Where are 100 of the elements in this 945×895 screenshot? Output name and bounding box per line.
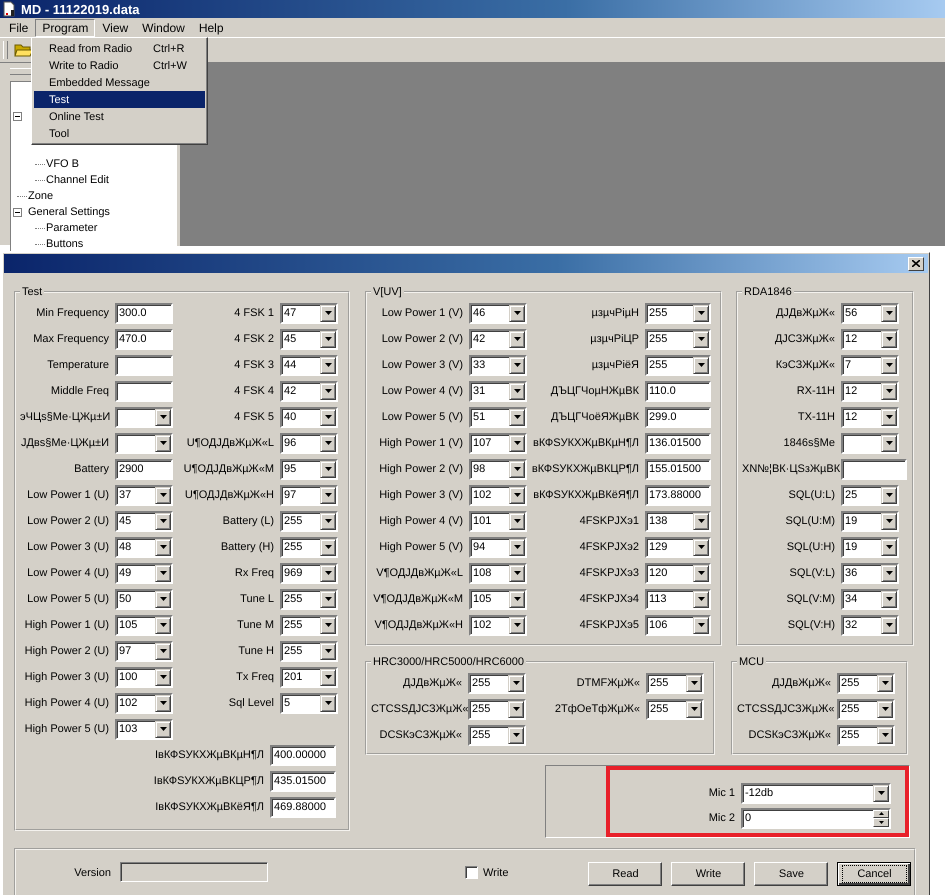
menu-item[interactable]: Online Test (34, 108, 205, 125)
text-field[interactable]: 469.88000 (270, 796, 336, 818)
tree-item[interactable]: Zone (28, 190, 54, 202)
dropdown-field[interactable]: 255 (280, 510, 338, 532)
dropdown-field[interactable]: 45 (280, 328, 338, 350)
dropdown-field[interactable]: 56 (841, 302, 899, 324)
dropdown-field[interactable]: 49 (115, 562, 173, 584)
menu-item[interactable]: Window (135, 18, 192, 36)
text-field[interactable]: 400.00000 (270, 744, 336, 766)
dropdown-field[interactable]: 25 (841, 484, 899, 506)
dropdown-field[interactable]: 113 (645, 588, 711, 610)
dropdown-arrow-button[interactable] (320, 356, 336, 374)
dropdown-arrow-button[interactable] (881, 434, 897, 452)
text-field[interactable]: 136.01500 (645, 432, 711, 454)
dropdown-field[interactable]: 255 (468, 724, 526, 746)
dropdown-field[interactable]: 12 (841, 380, 899, 402)
dropdown-arrow-button[interactable] (881, 486, 897, 504)
dropdown-arrow-button[interactable] (509, 512, 525, 530)
text-field[interactable]: 155.01500 (645, 458, 711, 480)
dropdown-arrow-button[interactable] (881, 304, 897, 322)
dropdown-field[interactable]: 255 (280, 536, 338, 558)
dropdown-arrow-button[interactable] (686, 700, 702, 718)
dropdown-arrow-button[interactable] (881, 382, 897, 400)
tree-item[interactable]: Parameter (46, 222, 98, 234)
dropdown-arrow-button[interactable] (155, 512, 171, 530)
dialog-button[interactable]: Save (754, 862, 828, 886)
dropdown-arrow-button[interactable] (509, 408, 525, 426)
tree-item[interactable]: Channel Edit (46, 174, 109, 186)
menu-item[interactable]: View (95, 18, 136, 36)
text-field[interactable] (841, 458, 907, 480)
dropdown-arrow-button[interactable] (155, 694, 171, 712)
dropdown-arrow-button[interactable] (877, 700, 893, 718)
dropdown-field[interactable]: 42 (469, 328, 527, 350)
dropdown-field[interactable]: 102 (469, 484, 527, 506)
dropdown-arrow-button[interactable] (155, 538, 171, 556)
dropdown-arrow-button[interactable] (693, 304, 709, 322)
dropdown-field[interactable]: 255 (646, 698, 704, 720)
text-field[interactable]: 110.0 (645, 380, 711, 402)
text-field[interactable]: 300.0 (115, 302, 173, 324)
dropdown-field[interactable]: 255 (468, 672, 526, 694)
dropdown-arrow-button[interactable] (873, 784, 889, 802)
tree-item[interactable]: Buttons (46, 238, 84, 250)
dropdown-arrow-button[interactable] (881, 356, 897, 374)
dropdown-field[interactable]: 46 (469, 302, 527, 324)
dropdown-arrow-button[interactable] (509, 460, 525, 478)
dropdown-arrow-button[interactable] (509, 304, 525, 322)
dropdown-field[interactable]: 255 (280, 614, 338, 636)
dropdown-field[interactable]: 101 (469, 510, 527, 532)
dropdown-field[interactable]: 34 (841, 588, 899, 610)
menu-item[interactable]: Help (192, 18, 231, 36)
dropdown-arrow-button[interactable] (881, 512, 897, 530)
dropdown-arrow-button[interactable] (155, 616, 171, 634)
dropdown-field[interactable]: 94 (469, 536, 527, 558)
dropdown-arrow-button[interactable] (155, 590, 171, 608)
dropdown-arrow-button[interactable] (693, 590, 709, 608)
dropdown-field[interactable]: 7 (841, 354, 899, 376)
dropdown-field[interactable]: 120 (645, 562, 711, 584)
text-field[interactable]: 299.0 (645, 406, 711, 428)
dropdown-field[interactable]: 50 (115, 588, 173, 610)
dropdown-field[interactable]: 19 (841, 536, 899, 558)
dropdown-field[interactable]: 100 (115, 666, 173, 688)
dropdown-field[interactable]: 105 (469, 588, 527, 610)
dropdown-field[interactable]: 5 (280, 692, 338, 714)
dropdown-field[interactable] (115, 406, 173, 428)
dropdown-field[interactable]: 969 (280, 562, 338, 584)
dropdown-arrow-button[interactable] (320, 408, 336, 426)
dropdown-field[interactable]: 12 (841, 328, 899, 350)
dropdown-field[interactable]: 51 (469, 406, 527, 428)
dropdown-field[interactable]: 255 (645, 354, 711, 376)
dropdown-arrow-button[interactable] (508, 674, 524, 692)
dropdown-arrow-button[interactable] (881, 590, 897, 608)
text-field[interactable]: 173.88000 (645, 484, 711, 506)
dropdown-arrow-button[interactable] (320, 512, 336, 530)
dropdown-arrow-button[interactable] (320, 668, 336, 686)
dropdown-arrow-button[interactable] (509, 564, 525, 582)
dropdown-arrow-button[interactable] (320, 538, 336, 556)
dropdown-arrow-button[interactable] (881, 564, 897, 582)
dropdown-arrow-button[interactable] (155, 434, 171, 452)
dropdown-field[interactable]: 44 (280, 354, 338, 376)
dropdown-field[interactable]: 107 (469, 432, 527, 454)
dropdown-field[interactable]: 40 (280, 406, 338, 428)
dropdown-arrow-button[interactable] (509, 356, 525, 374)
menu-item[interactable]: Write to Radio Ctrl+W (34, 57, 205, 74)
dialog-button[interactable]: Write (671, 862, 746, 886)
dropdown-field[interactable]: 255 (837, 672, 895, 694)
dropdown-field[interactable] (115, 432, 173, 454)
dropdown-arrow-button[interactable] (320, 486, 336, 504)
dropdown-arrow-button[interactable] (509, 486, 525, 504)
dropdown-arrow-button[interactable] (320, 564, 336, 582)
menu-item[interactable]: Program (35, 18, 96, 36)
tree-item[interactable]: VFO B (46, 158, 80, 170)
dropdown-field[interactable]: -12db (741, 782, 891, 804)
close-button[interactable] (908, 256, 924, 270)
dropdown-arrow-button[interactable] (693, 356, 709, 374)
dropdown-arrow-button[interactable] (320, 460, 336, 478)
dialog-button[interactable]: Cancel (837, 862, 912, 886)
dropdown-arrow-button[interactable] (320, 330, 336, 348)
menu-item[interactable]: Embedded Message (34, 74, 205, 91)
dropdown-field[interactable]: 48 (115, 536, 173, 558)
dropdown-field[interactable]: 36 (841, 562, 899, 584)
